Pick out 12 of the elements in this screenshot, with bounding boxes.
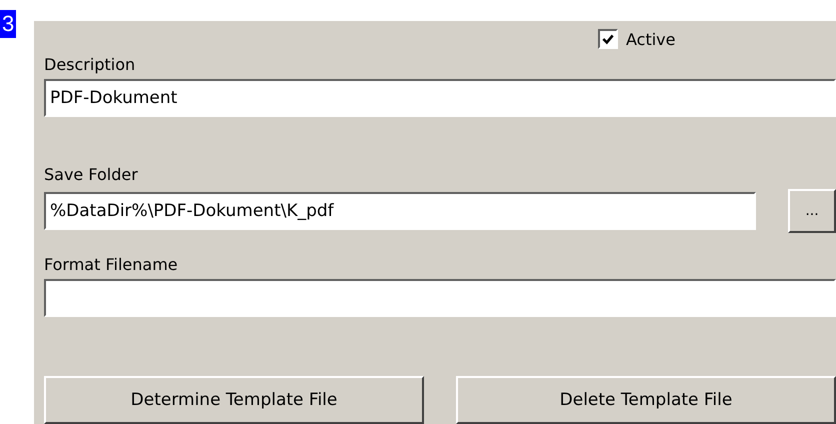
browse-button[interactable]: ...	[788, 189, 836, 233]
text-field[interactable]: PDF-Dokument	[44, 79, 836, 117]
checkbox-box[interactable]	[598, 29, 618, 49]
text-field[interactable]: %DataDir%\PDF-Dokument\K_pdf	[44, 192, 756, 230]
field-label: Format Filename	[44, 255, 179, 275]
field-label: Description	[44, 55, 136, 75]
action-button[interactable]: Delete Template File	[456, 376, 836, 424]
field-label: Save Folder	[44, 165, 139, 185]
action-button[interactable]: Determine Template File	[44, 376, 424, 424]
active-checkbox[interactable]: Active	[598, 29, 676, 49]
text-field[interactable]	[44, 279, 836, 317]
step-number-badge: 3	[0, 10, 16, 38]
